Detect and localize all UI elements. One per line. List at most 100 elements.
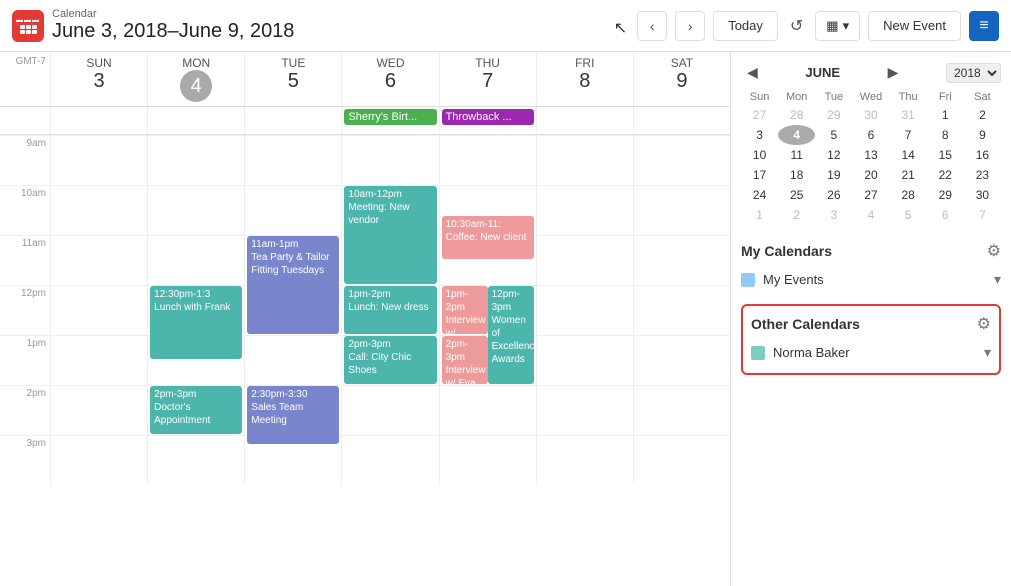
mini-cal-day[interactable]: 28 [890,185,927,205]
mini-cal-day[interactable]: 1 [927,105,964,125]
mini-cal-day[interactable]: 18 [778,165,815,185]
time-cell-0-2[interactable] [244,135,341,185]
mini-cal-day[interactable]: 29 [815,105,852,125]
mini-cal-day[interactable]: 2 [778,205,815,225]
calendar-event[interactable]: 2:30pm-3:30 Sales Team Meeting [247,386,339,444]
calendar-event[interactable]: 2pm-3pm Interview w/ Eva for... [442,336,488,384]
calendar-event[interactable]: 10:30am-11: Coffee: New client [442,216,534,259]
time-cell-6-5[interactable] [536,435,633,485]
calendar-event[interactable]: 11am-1pm Tea Party & Tailor Fitting Tues… [247,236,339,334]
refresh-button[interactable]: ↺ [786,12,807,40]
time-cell-0-0[interactable] [50,135,147,185]
mini-cal-day[interactable]: 26 [815,185,852,205]
time-cell-5-0[interactable] [50,385,147,435]
mini-cal-day[interactable]: 1 [741,205,778,225]
time-cell-6-1[interactable] [147,435,244,485]
mini-cal-day[interactable]: 6 [852,125,889,145]
calendar-event[interactable]: 10am-12pm Meeting: New vendor [344,186,436,284]
mini-cal-day[interactable]: 22 [927,165,964,185]
norma-baker-dropdown-button[interactable]: ▾ [984,344,991,361]
time-cell-3-6[interactable] [633,285,730,335]
mini-cal-day[interactable]: 20 [852,165,889,185]
mini-cal-day[interactable]: 15 [927,145,964,165]
mini-cal-day[interactable]: 10 [741,145,778,165]
time-cell-3-1[interactable]: 12:30pm-1:3 Lunch with Frank [147,285,244,335]
mini-cal-day[interactable]: 21 [890,165,927,185]
time-cell-2-6[interactable] [633,235,730,285]
calendar-event[interactable]: 12pm-3pm Women of Excellence Awards [488,286,534,384]
mini-cal-day[interactable]: 24 [741,185,778,205]
time-cell-2-1[interactable] [147,235,244,285]
time-cell-5-2[interactable]: 2:30pm-3:30 Sales Team Meeting [244,385,341,435]
time-cell-5-5[interactable] [536,385,633,435]
time-cell-6-0[interactable] [50,435,147,485]
calendar-event[interactable]: 2pm-3pm Call: City Chic Shoes [344,336,436,384]
time-cell-3-3[interactable]: 1pm-2pm Lunch: New dress [341,285,438,335]
allday-cell-thu[interactable]: Throwback ... [439,107,536,134]
mini-cal-day[interactable]: 4 [778,125,815,145]
allday-cell-wed[interactable]: Sherry's Birt... [341,107,438,134]
time-cell-5-1[interactable]: 2pm-3pm Doctor's Appointment [147,385,244,435]
mini-cal-day[interactable]: 2 [964,105,1001,125]
allday-event-sherrys[interactable]: Sherry's Birt... [344,109,436,125]
calendar-event[interactable]: 1pm-2pm Lunch: New dress [344,286,436,334]
time-cell-4-5[interactable] [536,335,633,385]
mini-cal-day[interactable]: 27 [852,185,889,205]
mini-cal-day[interactable]: 9 [964,125,1001,145]
mini-cal-day[interactable]: 30 [852,105,889,125]
mini-cal-day[interactable]: 11 [778,145,815,165]
time-cell-1-4[interactable]: 10:30am-11: Coffee: New client [439,185,536,235]
mini-cal-day[interactable]: 25 [778,185,815,205]
time-cell-1-1[interactable] [147,185,244,235]
mini-cal-day[interactable]: 17 [741,165,778,185]
mini-cal-day[interactable]: 23 [964,165,1001,185]
time-cell-4-3[interactable]: 2pm-3pm Call: City Chic Shoes [341,335,438,385]
time-cell-4-6[interactable] [633,335,730,385]
time-cell-2-2[interactable]: 11am-1pm Tea Party & Tailor Fitting Tues… [244,235,341,285]
time-cell-2-5[interactable] [536,235,633,285]
my-calendars-gear-button[interactable]: ⚙ [987,241,1001,261]
time-cell-6-6[interactable] [633,435,730,485]
my-events-dropdown-button[interactable]: ▾ [994,271,1001,288]
mini-cal-day[interactable]: 7 [964,205,1001,225]
time-cell-0-1[interactable] [147,135,244,185]
mini-cal-day[interactable]: 5 [890,205,927,225]
time-cell-0-3[interactable] [341,135,438,185]
mini-prev-button[interactable]: ◀ [741,62,764,83]
mini-cal-day[interactable]: 31 [890,105,927,125]
time-cell-1-5[interactable] [536,185,633,235]
mini-cal-day[interactable]: 19 [815,165,852,185]
mini-cal-day[interactable]: 16 [964,145,1001,165]
mini-cal-day[interactable]: 5 [815,125,852,145]
time-cell-0-6[interactable] [633,135,730,185]
new-event-button[interactable]: New Event [868,11,961,41]
time-cell-5-6[interactable] [633,385,730,435]
mini-cal-day[interactable]: 3 [741,125,778,145]
time-cell-4-0[interactable] [50,335,147,385]
calendar-event[interactable]: 1pm-2pm Interview w/ Bridget [442,286,488,334]
view-button[interactable]: ▦ ▾ [815,11,860,41]
time-cell-6-3[interactable] [341,435,438,485]
other-calendars-gear-button[interactable]: ⚙ [977,314,991,334]
calendar-event[interactable]: 12:30pm-1:3 Lunch with Frank [150,286,242,359]
time-cell-6-4[interactable] [439,435,536,485]
mini-cal-year-select[interactable]: 2018 2019 [946,63,1001,83]
mini-cal-day[interactable]: 3 [815,205,852,225]
mini-cal-day[interactable]: 7 [890,125,927,145]
mini-cal-day[interactable]: 28 [778,105,815,125]
mini-cal-day[interactable]: 12 [815,145,852,165]
mini-cal-day[interactable]: 8 [927,125,964,145]
time-cell-3-0[interactable] [50,285,147,335]
mini-next-button[interactable]: ▶ [882,62,905,83]
allday-event-throwback[interactable]: Throwback ... [442,109,534,125]
mini-cal-day[interactable]: 30 [964,185,1001,205]
time-cell-4-2[interactable] [244,335,341,385]
mini-cal-day[interactable]: 14 [890,145,927,165]
time-cell-0-5[interactable] [536,135,633,185]
today-button[interactable]: Today [713,11,778,41]
menu-button[interactable]: ≡ [969,11,999,41]
time-cell-0-4[interactable] [439,135,536,185]
time-cell-1-6[interactable] [633,185,730,235]
mini-cal-day[interactable]: 13 [852,145,889,165]
calendar-event[interactable]: 2pm-3pm Doctor's Appointment [150,386,242,434]
